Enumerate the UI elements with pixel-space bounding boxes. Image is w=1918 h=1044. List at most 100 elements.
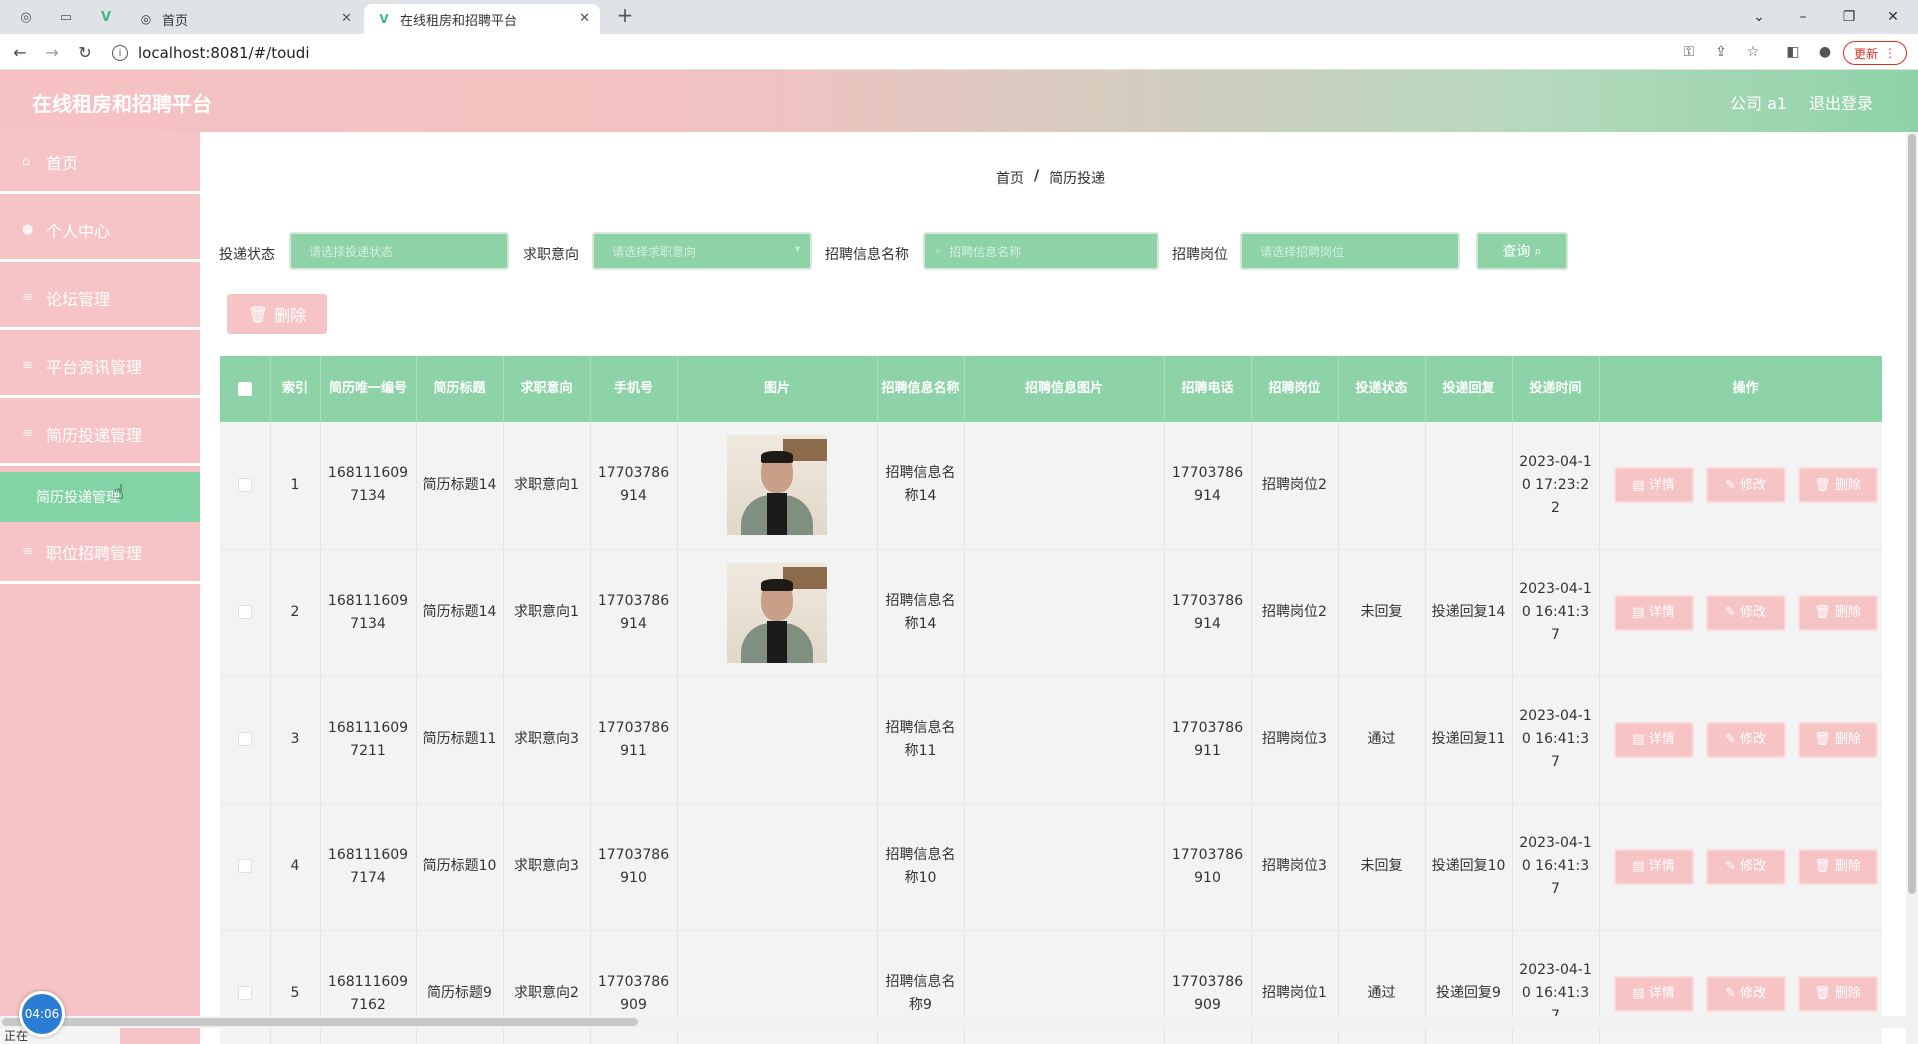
row-checkbox[interactable] xyxy=(237,477,252,492)
position-filter-select[interactable]: 请选择招聘岗位 xyxy=(1240,232,1460,270)
detail-button[interactable]: ▤ 详情 xyxy=(1613,721,1694,758)
pinned-tab-page-icon[interactable]: ▭ xyxy=(56,7,76,27)
reload-icon[interactable]: ↻ xyxy=(75,42,95,62)
sidebar-item-resume-delivery[interactable]: ≡ 简历投递管理 xyxy=(0,404,200,466)
close-window-icon[interactable]: ✕ xyxy=(1882,6,1904,28)
pinned-tab-vue-icon[interactable]: V xyxy=(96,7,116,27)
tab-home[interactable]: ◎ 首页 ✕ xyxy=(126,4,362,34)
scrollbar-thumb[interactable] xyxy=(2,1018,638,1026)
edit-button[interactable]: ✎ 修改 xyxy=(1705,467,1786,504)
delete-button[interactable]: 🗑 删除 xyxy=(1797,594,1878,631)
status-filter-select[interactable]: 请选择投递状态 xyxy=(289,232,509,270)
logout-link[interactable]: 退出登录 xyxy=(1809,90,1873,114)
photo-cell xyxy=(677,803,878,931)
query-button[interactable]: 查询 ⌕ xyxy=(1476,232,1568,270)
resume-photo[interactable] xyxy=(727,562,827,663)
delete-button[interactable]: 🗑 删除 xyxy=(1797,975,1878,1012)
delete-button[interactable]: 🗑 删除 xyxy=(1797,848,1878,885)
row-select-cell[interactable] xyxy=(220,803,271,931)
sidebar-item-profile[interactable]: ● 个人中心 xyxy=(0,200,200,262)
row-checkbox[interactable] xyxy=(237,986,252,1000)
sidebar-subitem-resume-delivery[interactable]: 简历投递管理 xyxy=(0,472,200,522)
sidepanel-icon[interactable]: ◧ xyxy=(1784,43,1802,61)
mouse-pointer-icon: ☝ xyxy=(112,480,125,504)
edit-icon: ✎ xyxy=(1724,477,1740,493)
horizontal-scrollbar[interactable] xyxy=(0,1016,1918,1028)
detail-button[interactable]: ▤ 详情 xyxy=(1613,975,1694,1012)
restore-icon[interactable]: ❐ xyxy=(1838,6,1860,28)
detail-button[interactable]: ▤ 详情 xyxy=(1613,594,1694,631)
row-checkbox[interactable] xyxy=(237,605,252,619)
search-icon: ⌕ xyxy=(1534,243,1542,259)
sidebar-item-news[interactable]: ≡ 平台资讯管理 xyxy=(0,336,200,398)
forward-icon[interactable]: → xyxy=(42,42,62,62)
sidebar-item-label: 平台资讯管理 xyxy=(46,357,143,377)
close-tab-icon[interactable]: ✕ xyxy=(341,11,352,26)
intent-filter-select[interactable]: 请选择求职意向 ▾ xyxy=(592,232,812,270)
delete-button[interactable]: 🗑 删除 xyxy=(1797,721,1878,758)
batch-delete-button[interactable]: 🗑 删除 xyxy=(227,294,327,334)
breadcrumb-home[interactable]: 首页 xyxy=(996,168,1024,188)
tab-active-platform[interactable]: V 在线租房和招聘平台 ✕ xyxy=(364,4,600,34)
sidebar-item-home[interactable]: ⌂ 首页 xyxy=(0,132,200,194)
row-checkbox[interactable] xyxy=(237,732,252,746)
detail-label: 详情 xyxy=(1648,477,1675,493)
update-label: 更新 xyxy=(1853,46,1878,61)
actions-cell: ▤ 详情 ✎ 修改 🗑 删除 xyxy=(1599,549,1882,677)
current-user[interactable]: 公司 a1 xyxy=(1730,90,1787,114)
column-header: 图片 xyxy=(677,356,878,422)
column-header: 招聘信息图片 xyxy=(964,356,1165,422)
row-select-cell[interactable] xyxy=(220,676,271,804)
job-name-filter-input[interactable]: ⌕ 招聘信息名称 xyxy=(923,232,1159,270)
new-tab-button[interactable]: + xyxy=(615,3,635,27)
minimize-icon[interactable]: – xyxy=(1792,6,1814,28)
vertical-scrollbar[interactable] xyxy=(1906,132,1918,1044)
delivery-time-cell: 2023-04-10 17:23:22 xyxy=(1512,422,1600,550)
detail-button[interactable]: ▤ 详情 xyxy=(1613,467,1694,504)
back-icon[interactable]: ← xyxy=(10,42,30,62)
profile-icon[interactable]: ● xyxy=(1816,43,1834,61)
edit-icon: ✎ xyxy=(1724,605,1740,620)
edit-button[interactable]: ✎ 修改 xyxy=(1705,594,1786,631)
actions-cell: ▤ 详情 ✎ 修改 🗑 删除 xyxy=(1599,422,1882,550)
select-all-header[interactable] xyxy=(220,356,271,422)
info-icon[interactable]: i xyxy=(112,45,128,61)
intent-filter-placeholder: 请选择求职意向 xyxy=(612,244,697,259)
row-select-cell[interactable] xyxy=(220,549,271,677)
row-checkbox[interactable] xyxy=(237,859,252,873)
chevron-down-icon[interactable]: ⌄ xyxy=(1748,6,1770,28)
menu-icon: ≡ xyxy=(22,544,33,559)
column-header: 简历唯一编号 xyxy=(320,356,417,422)
delivery-status-cell: 未回复 xyxy=(1338,803,1426,931)
detail-button[interactable]: ▤ 详情 xyxy=(1613,848,1694,885)
url-field[interactable]: i localhost:8081/#/toudi xyxy=(112,41,1672,65)
bookmark-star-icon[interactable]: ☆ xyxy=(1744,43,1762,61)
resume-id-cell: 1681116097134 xyxy=(320,549,417,677)
delete-button[interactable]: 🗑 删除 xyxy=(1797,467,1878,504)
sidebar-subitem-label: 简历投递管理 xyxy=(36,490,120,506)
key-icon[interactable]: ⚿ xyxy=(1680,43,1698,61)
edit-label: 修改 xyxy=(1740,986,1767,1001)
job-phone-cell: 17703786914 xyxy=(1164,422,1252,550)
close-tab-icon[interactable]: ✕ xyxy=(579,11,590,26)
table-header-row: 索引 简历唯一编号 简历标题 求职意向 手机号 图片 招聘信息名称 招聘信息图片… xyxy=(220,356,1882,422)
edit-button[interactable]: ✎ 修改 xyxy=(1705,975,1786,1012)
phone-cell: 17703786911 xyxy=(590,676,678,804)
row-index-cell: 2 xyxy=(270,549,321,677)
row-select-cell[interactable] xyxy=(220,422,271,550)
update-button[interactable]: 更新 ⋮ xyxy=(1843,41,1907,65)
edit-button[interactable]: ✎ 修改 xyxy=(1705,721,1786,758)
search-icon: ⌕ xyxy=(935,244,942,257)
sidebar-item-label: 简历投递管理 xyxy=(46,425,143,445)
sidebar-item-forum[interactable]: ≡ 论坛管理 xyxy=(0,268,200,330)
select-all-checkbox[interactable] xyxy=(237,381,252,396)
scrollbar-thumb[interactable] xyxy=(1908,134,1916,894)
phone-cell: 17703786914 xyxy=(590,549,678,677)
share-icon[interactable]: ⇪ xyxy=(1712,43,1730,61)
resume-photo[interactable] xyxy=(727,435,827,536)
pinned-tab-globe-icon[interactable]: ◎ xyxy=(16,7,36,27)
sidebar-item-recruitment[interactable]: ≡ 职位招聘管理 xyxy=(0,522,200,584)
document-icon: ▤ xyxy=(1632,986,1649,1001)
sidebar-item-label: 首页 xyxy=(46,153,79,173)
edit-button[interactable]: ✎ 修改 xyxy=(1705,848,1786,885)
